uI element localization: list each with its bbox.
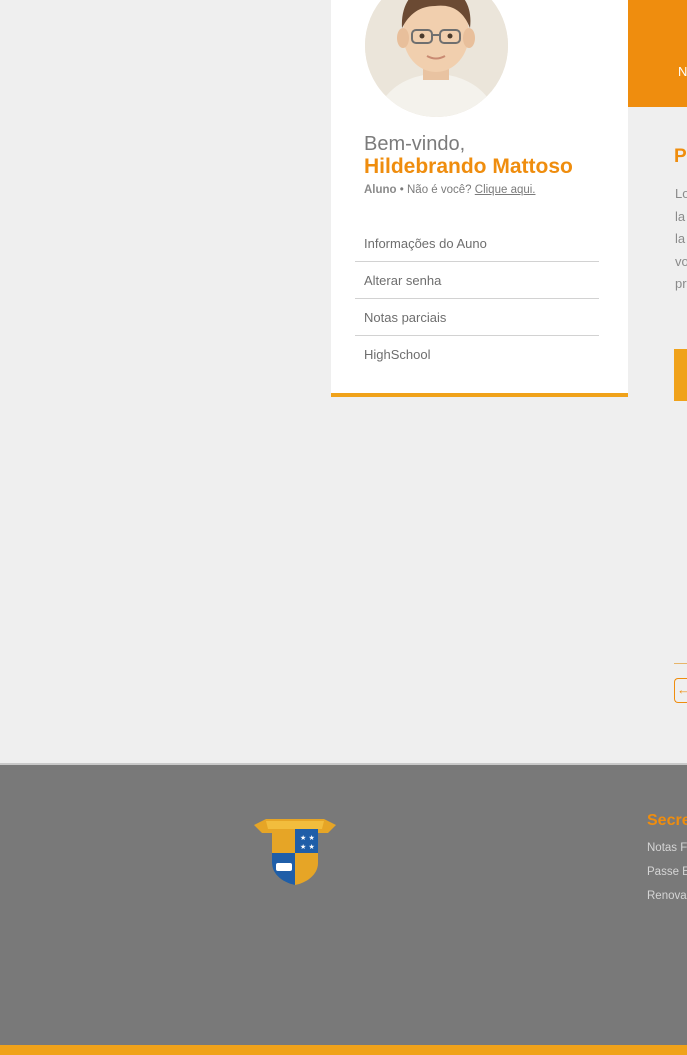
footer-links: Notas F Passe E Renova xyxy=(647,840,687,912)
right-header-banner: N xyxy=(628,0,687,107)
footer-link[interactable]: Passe E xyxy=(647,864,687,888)
divider xyxy=(674,663,687,664)
arrow-left-icon: ← xyxy=(677,682,687,697)
footer-bottom-bar xyxy=(0,1045,687,1055)
user-role: Aluno xyxy=(364,184,397,196)
paragraph-line: vo xyxy=(675,253,687,269)
footer-heading: Secre xyxy=(647,812,687,829)
paragraph-line: pr xyxy=(675,276,687,291)
paragraph-line: la xyxy=(675,231,686,246)
user-name: Hildebrando Mattoso xyxy=(364,155,573,178)
svg-text:★ ★: ★ ★ xyxy=(300,834,315,842)
right-action-button[interactable] xyxy=(674,349,687,401)
back-button[interactable]: ← xyxy=(674,678,687,703)
menu-item-student-info[interactable]: Informações do Auno xyxy=(355,225,599,262)
right-section-title: P xyxy=(674,146,687,167)
right-section-paragraph: Lo la la vo pr xyxy=(675,183,687,296)
profile-card: Bem-vindo, Hildebrando Mattoso Aluno • N… xyxy=(331,0,628,397)
footer-link[interactable]: Renova xyxy=(647,888,687,912)
school-crest-icon: ★ ★ ★ ★ xyxy=(252,815,338,887)
welcome-text: Bem-vindo, xyxy=(364,133,466,155)
footer-link[interactable]: Notas F xyxy=(647,840,687,864)
menu-item-change-password[interactable]: Alterar senha xyxy=(355,262,599,299)
role-separator: • xyxy=(396,184,407,196)
avatar xyxy=(365,0,508,117)
paragraph-line: la xyxy=(675,208,686,224)
menu-item-highschool[interactable]: HighSchool xyxy=(355,336,599,373)
avatar-image xyxy=(365,0,508,117)
footer: ★ ★ ★ ★ Secre Notas F Passe E Renova xyxy=(0,763,687,1045)
menu-item-partial-grades[interactable]: Notas parciais xyxy=(355,299,599,336)
switch-user-link[interactable]: Clique aqui. xyxy=(475,184,536,196)
user-role-line: Aluno • Não é você? Clique aqui. xyxy=(364,184,536,196)
paragraph-line: Lo xyxy=(675,186,687,201)
not-you-text: Não é você? xyxy=(407,184,475,196)
right-header-text: N xyxy=(678,64,687,79)
svg-text:★ ★: ★ ★ xyxy=(300,843,315,851)
profile-menu: Informações do Auno Alterar senha Notas … xyxy=(355,225,599,373)
